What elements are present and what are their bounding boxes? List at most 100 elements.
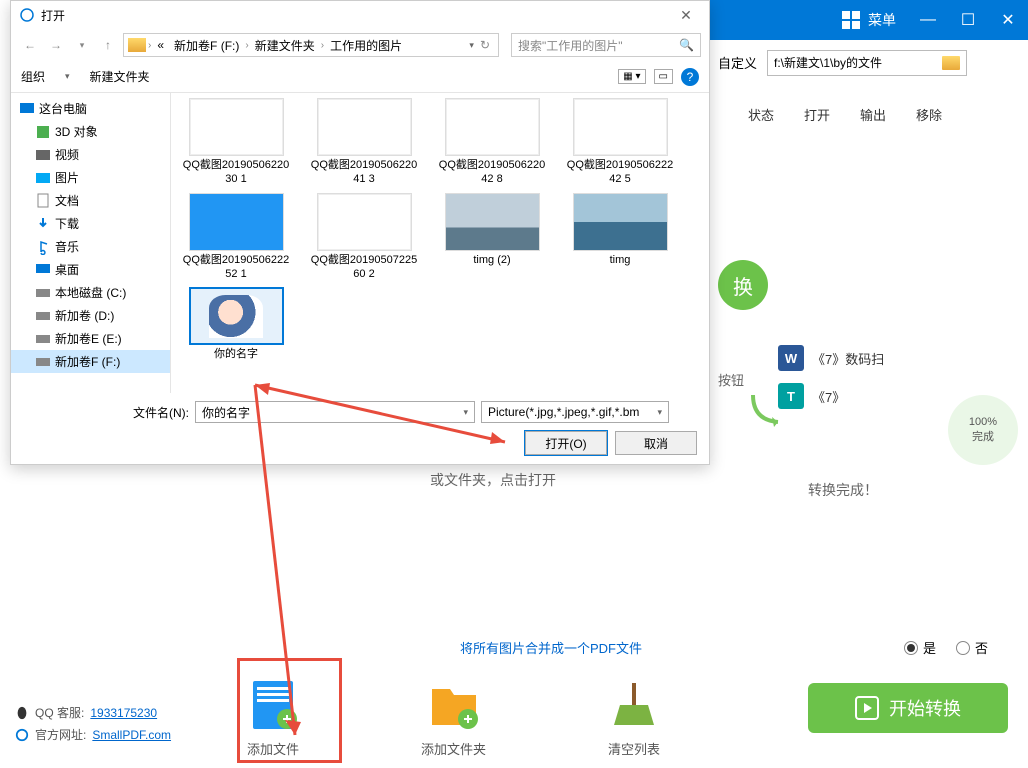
main-hint: 或文件夹，点击打开 — [430, 470, 556, 490]
up-button[interactable]: ↑ — [97, 34, 119, 56]
col-remove: 移除 — [916, 105, 942, 124]
disk-icon — [35, 331, 51, 347]
filter-select[interactable]: Picture(*.jpg,*.jpeg,*.gif,*.bm▾ — [481, 401, 669, 423]
text-icon: T — [778, 383, 804, 409]
sidebar-item-desktop[interactable]: 桌面 — [11, 258, 170, 281]
back-button[interactable]: ← — [19, 34, 41, 56]
sidebar-item-disk-e[interactable]: 新加卷E (E:) — [11, 327, 170, 350]
col-status: 状态 — [748, 105, 774, 124]
file-item[interactable]: QQ截图2019050722560 2 — [309, 193, 419, 282]
grid-icon — [842, 11, 860, 29]
crumb[interactable]: 新加卷F (F:) — [170, 37, 243, 54]
progress-pct: 100% — [969, 416, 997, 428]
forward-button[interactable]: → — [45, 34, 67, 56]
radio-group: 是 否 — [904, 638, 988, 657]
search-icon: 🔍 — [679, 38, 694, 52]
file-item[interactable]: QQ截图2019050622242 5 — [565, 98, 675, 187]
button-hint: 按钮 — [718, 370, 744, 389]
preview-button[interactable]: ▭ — [654, 69, 673, 84]
maximize-button[interactable]: ☐ — [948, 0, 988, 40]
sidebar-item-disk-c[interactable]: 本地磁盘 (C:) — [11, 281, 170, 304]
add-folder-icon — [426, 677, 482, 733]
dialog-title: 打开 — [41, 7, 65, 24]
breadcrumb[interactable]: › « 新加卷F (F:)› 新建文件夹› 工作用的图片 ▾ ↻ — [123, 33, 499, 57]
result-name: 《7》 — [812, 387, 845, 406]
file-item[interactable]: QQ截图2019050622041 3 — [309, 98, 419, 187]
site-label: 官方网址: — [35, 726, 86, 743]
done-text: 转换完成！ — [808, 480, 878, 500]
path-text: f:\新建文\1\by的文件 — [774, 54, 882, 71]
cube-icon — [35, 124, 51, 140]
filename-label: 文件名(N): — [133, 404, 189, 421]
search-input[interactable]: 搜索"工作用的图片" 🔍 — [511, 33, 701, 57]
cancel-button[interactable]: 取消 — [615, 431, 697, 455]
qq-link[interactable]: 1933175230 — [90, 706, 157, 720]
organize-button[interactable]: 组织 — [21, 68, 45, 85]
custom-label: 自定义 — [718, 53, 757, 72]
disk-icon — [35, 308, 51, 324]
convert-badge: 换 — [718, 260, 768, 310]
dialog-nav: ← → ▾ ↑ › « 新加卷F (F:)› 新建文件夹› 工作用的图片 ▾ ↻… — [11, 29, 709, 61]
sidebar-item-video[interactable]: 视频 — [11, 143, 170, 166]
minimize-button[interactable]: — — [908, 0, 948, 40]
clear-list-button[interactable]: 清空列表 — [606, 677, 662, 758]
col-open: 打开 — [804, 105, 830, 124]
start-label: 开始转换 — [889, 695, 961, 721]
video-icon — [35, 147, 51, 163]
search-placeholder: 搜索"工作用的图片" — [518, 37, 623, 54]
dialog-close-button[interactable]: ✕ — [671, 7, 701, 24]
crumb-prefix: « — [153, 38, 168, 52]
picture-icon — [35, 170, 51, 186]
start-convert-button[interactable]: 开始转换 — [808, 683, 1008, 733]
sidebar-item-disk-d[interactable]: 新加卷 (D:) — [11, 304, 170, 327]
dialog-footer: 文件名(N): 你的名字▾ Picture(*.jpg,*.jpeg,*.gif… — [11, 393, 709, 463]
radio-icon — [956, 641, 970, 655]
disk-icon — [35, 285, 51, 301]
menu-label: 菜单 — [868, 10, 896, 30]
radio-icon — [904, 641, 918, 655]
recent-button[interactable]: ▾ — [71, 34, 93, 56]
qq-label: QQ 客服: — [35, 704, 84, 721]
radio-no[interactable]: 否 — [956, 638, 988, 657]
radio-yes[interactable]: 是 — [904, 638, 936, 657]
sidebar-item-disk-f[interactable]: 新加卷F (F:) — [11, 350, 170, 373]
filename-input[interactable]: 你的名字▾ — [195, 401, 475, 423]
broom-icon — [606, 677, 662, 733]
newfolder-button[interactable]: 新建文件夹 — [90, 68, 150, 85]
sidebar-item-music[interactable]: 音乐 — [11, 235, 170, 258]
result-item[interactable]: W 《7》数码扫 — [778, 345, 1028, 371]
column-headers: 状态 打开 输出 移除 — [748, 105, 1028, 124]
file-item[interactable]: QQ截图2019050622030 1 — [181, 98, 291, 187]
dialog-titlebar: 打开 ✕ — [11, 1, 709, 29]
add-file-button[interactable]: 添加文件 — [245, 677, 301, 758]
sidebar-item-3d[interactable]: 3D 对象 — [11, 120, 170, 143]
sidebar-item-documents[interactable]: 文档 — [11, 189, 170, 212]
contact-info: QQ 客服: 1933175230 官方网址: SmallPDF.com — [15, 704, 171, 748]
word-icon: W — [778, 345, 804, 371]
desktop-icon — [35, 262, 51, 278]
output-path-input[interactable]: f:\新建文\1\by的文件 — [767, 50, 967, 76]
sidebar-item-pictures[interactable]: 图片 — [11, 166, 170, 189]
file-item[interactable]: 你的名字 — [181, 287, 291, 361]
file-item[interactable]: timg — [565, 193, 675, 282]
file-item[interactable]: QQ截图2019050622042 8 — [437, 98, 547, 187]
file-item[interactable]: QQ截图2019050622252 1 — [181, 193, 291, 282]
sidebar-item-thispc[interactable]: 这台电脑 — [11, 97, 170, 120]
add-folder-button[interactable]: 添加文件夹 — [421, 677, 486, 758]
open-button[interactable]: 打开(O) — [525, 431, 607, 455]
view-button[interactable]: ▦ ▾ — [618, 69, 645, 84]
close-button[interactable]: ✕ — [988, 0, 1028, 40]
crumb[interactable]: 新建文件夹 — [251, 37, 319, 54]
crumb[interactable]: 工作用的图片 — [326, 37, 406, 54]
play-icon — [855, 696, 879, 720]
folder-icon — [942, 56, 960, 70]
qq-icon — [15, 706, 29, 720]
action-label: 添加文件夹 — [421, 739, 486, 758]
menu-button[interactable]: 菜单 — [830, 10, 908, 30]
file-item[interactable]: timg (2) — [437, 193, 547, 282]
app-toolbar: 自定义 f:\新建文\1\by的文件 — [708, 40, 1028, 85]
help-icon[interactable]: ? — [681, 68, 699, 86]
sidebar-item-downloads[interactable]: 下载 — [11, 212, 170, 235]
app-icon — [19, 7, 35, 23]
site-link[interactable]: SmallPDF.com — [92, 728, 171, 742]
